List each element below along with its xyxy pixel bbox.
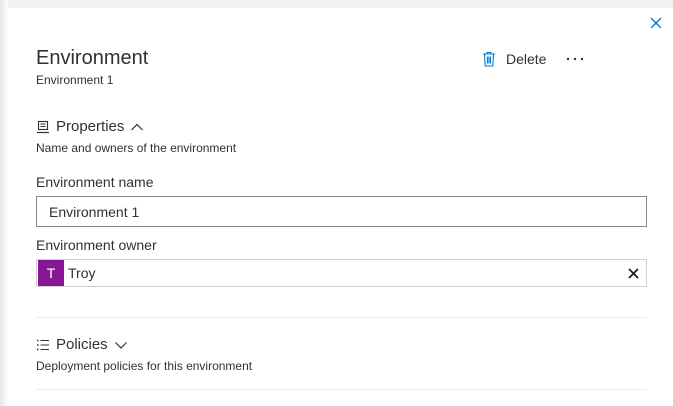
more-icon: [566, 57, 584, 61]
chevron-up-icon: [131, 123, 144, 130]
remove-owner-button[interactable]: [626, 266, 640, 280]
panel-title: Environment: [36, 47, 149, 69]
list-icon: [37, 339, 49, 350]
close-icon: [627, 267, 639, 279]
panel-subtitle: Environment 1: [36, 73, 114, 87]
owner-picker[interactable]: T Troy: [36, 259, 647, 287]
environment-name-value: Environment 1: [49, 203, 140, 220]
delete-button[interactable]: Delete: [482, 48, 546, 70]
section-divider: [36, 389, 647, 390]
environment-name-label: Environment name: [36, 174, 154, 190]
more-options-button[interactable]: [565, 48, 585, 70]
policies-heading: Policies: [56, 336, 108, 353]
properties-icon: [37, 120, 49, 133]
trash-icon: [483, 51, 495, 67]
policies-description: Deployment policies for this environment: [36, 359, 253, 373]
owner-name: Troy: [68, 265, 96, 281]
section-divider: [36, 317, 647, 318]
environment-name-input[interactable]: Environment 1: [36, 196, 647, 227]
panel-shadow: [0, 0, 8, 406]
chevron-down-icon: [114, 341, 127, 349]
close-button[interactable]: [647, 14, 665, 32]
properties-description: Name and owners of the environment: [36, 141, 237, 155]
environment-owner-label: Environment owner: [36, 237, 157, 253]
properties-section-toggle[interactable]: Properties: [36, 118, 144, 135]
delete-label: Delete: [506, 51, 547, 67]
policies-section-toggle[interactable]: Policies: [36, 336, 128, 353]
close-icon: [650, 17, 662, 29]
top-bar: [0, 0, 673, 8]
avatar: T: [38, 260, 64, 286]
properties-heading: Properties: [56, 118, 125, 135]
